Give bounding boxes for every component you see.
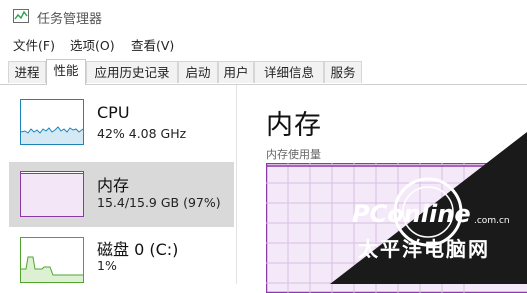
memory-thumbnail-graph [20,171,84,217]
title-bar: 任务管理器 [0,0,527,32]
memory-usage-graph [266,163,527,293]
detail-panel: 内存 内存使用量 [237,85,527,284]
resource-item-disk[interactable]: 磁盘 0 (C:) 1% [9,231,234,284]
task-manager-icon [13,9,29,23]
cpu-label: CPU [97,103,130,122]
disk-usage-value: 1% [97,258,117,273]
menu-view[interactable]: 查看(V) [131,35,174,54]
memory-usage-graph-label: 内存使用量 [266,146,321,162]
tab-processes[interactable]: 进程 [8,61,46,83]
cpu-thumbnail-graph [20,99,84,145]
window-title: 任务管理器 [37,8,102,27]
memory-usage-value: 15.4/15.9 GB (97%) [97,195,221,210]
menu-file[interactable]: 文件(F) [13,35,55,54]
resource-item-cpu[interactable]: CPU 42% 4.08 GHz [9,93,234,153]
tab-details[interactable]: 详细信息 [254,61,324,83]
menu-options[interactable]: 选项(O) [70,35,115,54]
tab-services[interactable]: 服务 [324,61,362,83]
disk-thumbnail-graph [20,237,84,283]
tab-app-history[interactable]: 应用历史记录 [86,61,178,83]
detail-title: 内存 [266,103,322,142]
tab-startup[interactable]: 启动 [178,61,218,83]
tab-strip: 进程 性能 应用历史记录 启动 用户 详细信息 服务 [0,58,527,85]
memory-label: 内存 [97,172,129,196]
tab-users[interactable]: 用户 [218,61,254,83]
tab-performance[interactable]: 性能 [46,59,86,85]
disk-label: 磁盘 0 (C:) [97,236,178,260]
cpu-usage-value: 42% 4.08 GHz [97,126,186,141]
resource-list: CPU 42% 4.08 GHz 内存 15.4/15.9 GB (97%) 磁… [0,85,236,284]
resource-item-memory[interactable]: 内存 15.4/15.9 GB (97%) [9,162,234,227]
